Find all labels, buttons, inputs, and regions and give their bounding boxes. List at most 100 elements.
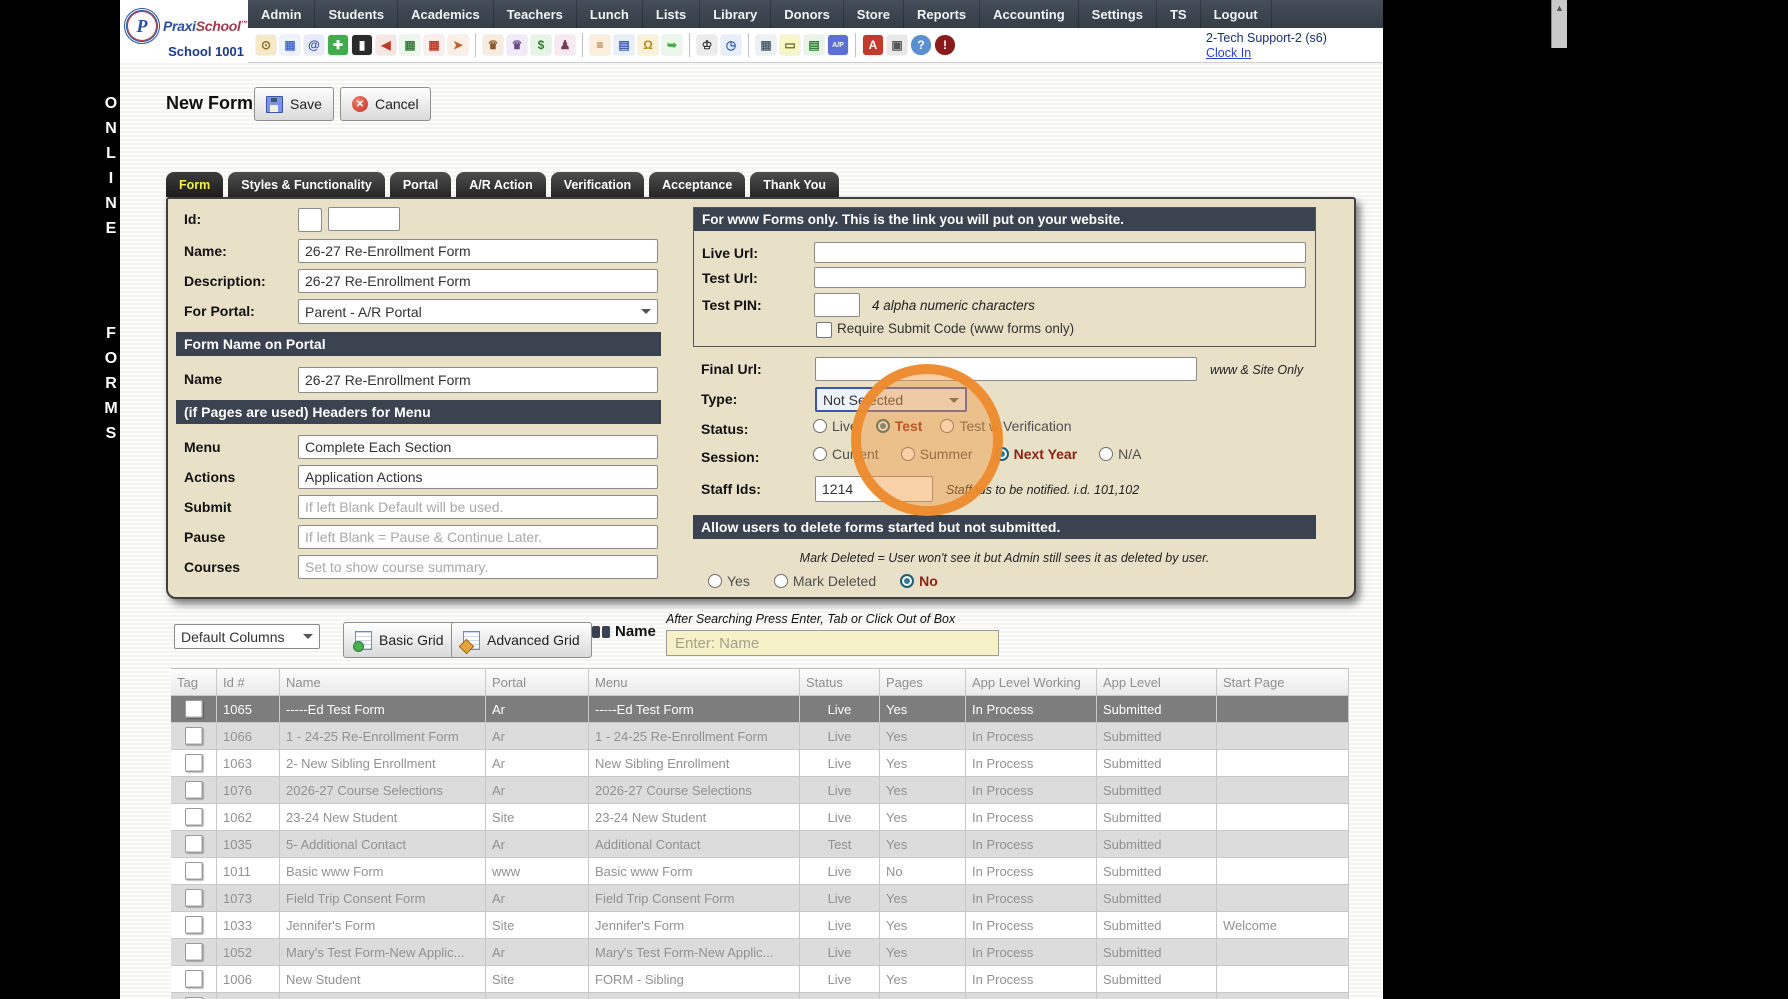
tab-styles-functionality[interactable]: Styles & Functionality bbox=[228, 172, 385, 197]
test-pin-input[interactable] bbox=[814, 293, 860, 317]
tab-a-r-action[interactable]: A/R Action bbox=[456, 172, 546, 197]
nav-item-accounting[interactable]: Accounting bbox=[980, 0, 1079, 28]
ap-badge-icon[interactable]: A/P bbox=[828, 35, 848, 55]
final-url-input[interactable] bbox=[815, 357, 1197, 381]
register-icon[interactable]: ▤ bbox=[804, 35, 824, 55]
radio-session-current[interactable]: Current bbox=[813, 446, 879, 462]
tab-verification[interactable]: Verification bbox=[550, 172, 645, 197]
live-url-input[interactable] bbox=[814, 242, 1306, 263]
table-row[interactable]: 1073 Field Trip Consent Form Ar Field Trip … bbox=[171, 885, 1349, 912]
forward-form-icon[interactable]: ➥ bbox=[662, 35, 682, 55]
tag-checkbox[interactable] bbox=[184, 727, 203, 745]
add-person-icon[interactable]: ♛ bbox=[483, 35, 503, 55]
nav-item-ts[interactable]: TS bbox=[1157, 0, 1201, 28]
tag-checkbox[interactable] bbox=[184, 754, 203, 772]
column-header-id-[interactable]: Id # bbox=[217, 669, 280, 695]
tag-checkbox[interactable] bbox=[184, 943, 203, 961]
test-url-input[interactable] bbox=[814, 267, 1306, 288]
tab-portal[interactable]: Portal bbox=[389, 172, 452, 197]
column-header-menu[interactable]: Menu bbox=[589, 669, 800, 695]
id-checkbox[interactable] bbox=[298, 208, 322, 232]
advanced-grid-button[interactable]: Advanced Grid bbox=[451, 622, 592, 658]
browser-scrollbar[interactable]: ▲ bbox=[1551, 0, 1567, 48]
alert-icon[interactable]: ! bbox=[935, 35, 955, 55]
nav-item-donors[interactable]: Donors bbox=[771, 0, 844, 28]
nav-item-settings[interactable]: Settings bbox=[1079, 0, 1157, 28]
menu-input[interactable] bbox=[298, 435, 658, 459]
nav-item-store[interactable]: Store bbox=[844, 0, 905, 28]
nav-item-lists[interactable]: Lists bbox=[643, 0, 701, 28]
help-icon[interactable]: ? bbox=[911, 35, 931, 55]
staff-ids-input[interactable] bbox=[815, 476, 933, 502]
people-icon[interactable]: ♟ bbox=[555, 35, 575, 55]
speaker-icon[interactable]: ◀ bbox=[376, 35, 396, 55]
column-header-tag[interactable]: Tag bbox=[171, 669, 217, 695]
search-icon[interactable]: ⊙ bbox=[256, 35, 276, 55]
phone-icon[interactable]: ▮ bbox=[352, 35, 372, 55]
column-header-start-page[interactable]: Start Page bbox=[1217, 669, 1349, 695]
table-row[interactable]: 1076 2026-27 Course Selections Ar 2026-27 C… bbox=[171, 777, 1349, 804]
column-header-name[interactable]: Name bbox=[280, 669, 486, 695]
person-icon[interactable]: ♛ bbox=[507, 35, 527, 55]
column-header-portal[interactable]: Portal bbox=[486, 669, 589, 695]
calendar-icon[interactable]: ▦ bbox=[400, 35, 420, 55]
nav-item-academics[interactable]: Academics bbox=[398, 0, 494, 28]
table-row[interactable]: 1006 New Student Site FORM - Sibling Live Yes… bbox=[171, 966, 1349, 993]
column-header-status[interactable]: Status bbox=[800, 669, 880, 695]
column-header-app-level-working[interactable]: App Level Working bbox=[966, 669, 1097, 695]
portal-name-input[interactable] bbox=[298, 367, 658, 393]
tab-thank-you[interactable]: Thank You bbox=[750, 172, 840, 197]
name-input[interactable] bbox=[298, 239, 658, 263]
printer-icon[interactable]: ▣ bbox=[887, 35, 907, 55]
actions-input[interactable] bbox=[298, 465, 658, 489]
radio-status-test-w-verification[interactable]: Test w Verification bbox=[940, 418, 1072, 434]
clock-icon[interactable]: ◷ bbox=[721, 35, 741, 55]
table-row[interactable]: 1062 23-24 New Student Site 23-24 New Stude… bbox=[171, 804, 1349, 831]
tag-checkbox[interactable] bbox=[184, 862, 203, 880]
pause-input[interactable] bbox=[298, 525, 658, 549]
tag-checkbox[interactable] bbox=[184, 889, 203, 907]
columns-select[interactable]: Default Columns bbox=[174, 624, 320, 649]
radio-session-summer[interactable]: Summer bbox=[900, 446, 973, 462]
column-header-pages[interactable]: Pages bbox=[880, 669, 966, 695]
radio-delete-no[interactable]: No bbox=[900, 573, 938, 589]
description-input[interactable] bbox=[298, 269, 658, 293]
name-search-input[interactable] bbox=[666, 630, 999, 656]
radio-delete-yes[interactable]: Yes bbox=[708, 573, 750, 589]
tab-form[interactable]: Form bbox=[166, 172, 224, 197]
courses-input[interactable] bbox=[298, 555, 658, 579]
lunch-icon[interactable]: ≡ bbox=[590, 35, 610, 55]
nav-item-teachers[interactable]: Teachers bbox=[494, 0, 577, 28]
table-row[interactable]: 1065 -----Ed Test Form Ar -----Ed Test Form… bbox=[171, 696, 1349, 723]
table-row[interactable]: 1070Sign Test w/ Ver Email CodeArSign Te… bbox=[171, 993, 1349, 999]
submit-input[interactable] bbox=[298, 495, 658, 519]
radio-session-n-a[interactable]: N/A bbox=[1099, 446, 1142, 462]
save-button[interactable]: Save bbox=[254, 87, 334, 121]
tag-checkbox[interactable] bbox=[184, 916, 203, 934]
table-row[interactable]: 1052 Mary's Test Form-New Applic... Ar Mary… bbox=[171, 939, 1349, 966]
require-submit-code-checkbox[interactable] bbox=[816, 322, 832, 338]
nav-item-admin[interactable]: Admin bbox=[248, 0, 316, 28]
tag-checkbox[interactable] bbox=[184, 835, 203, 853]
calendar-red-icon[interactable]: ▦ bbox=[424, 35, 444, 55]
table-row[interactable]: 1033 Jennifer's Form Site Jennifer's Form Li… bbox=[171, 912, 1349, 939]
tag-checkbox[interactable] bbox=[184, 781, 203, 799]
basic-grid-button[interactable]: Basic Grid bbox=[343, 622, 456, 658]
check-card-icon[interactable]: ▭ bbox=[780, 35, 800, 55]
cancel-button[interactable]: Cancel bbox=[340, 87, 431, 121]
radio-status-test[interactable]: Test bbox=[875, 418, 922, 434]
table-row[interactable]: 1035 5- Additional Contact Ar Additional Co… bbox=[171, 831, 1349, 858]
tab-acceptance[interactable]: Acceptance bbox=[649, 172, 746, 197]
calendar-grid-icon[interactable]: ▦ bbox=[280, 35, 300, 55]
radio-delete-mark-deleted[interactable]: Mark Deleted bbox=[773, 573, 876, 589]
nav-item-students[interactable]: Students bbox=[315, 0, 399, 28]
tag-checkbox[interactable] bbox=[184, 808, 203, 826]
megaphone-icon[interactable]: ➤ bbox=[448, 35, 468, 55]
table-row[interactable]: 1011 Basic www Form www Basic www Form Live N… bbox=[171, 858, 1349, 885]
for-portal-select[interactable]: Parent - A/R Portal bbox=[298, 299, 658, 324]
clock-in-link[interactable]: Clock In bbox=[1206, 46, 1327, 61]
pdf-icon[interactable]: A bbox=[863, 35, 883, 55]
email-at-icon[interactable]: @ bbox=[304, 35, 324, 55]
table-row[interactable]: 1066 1 - 24-25 Re-Enrollment Form Ar 1 - 24… bbox=[171, 723, 1349, 750]
notebook-icon[interactable]: ▤ bbox=[614, 35, 634, 55]
